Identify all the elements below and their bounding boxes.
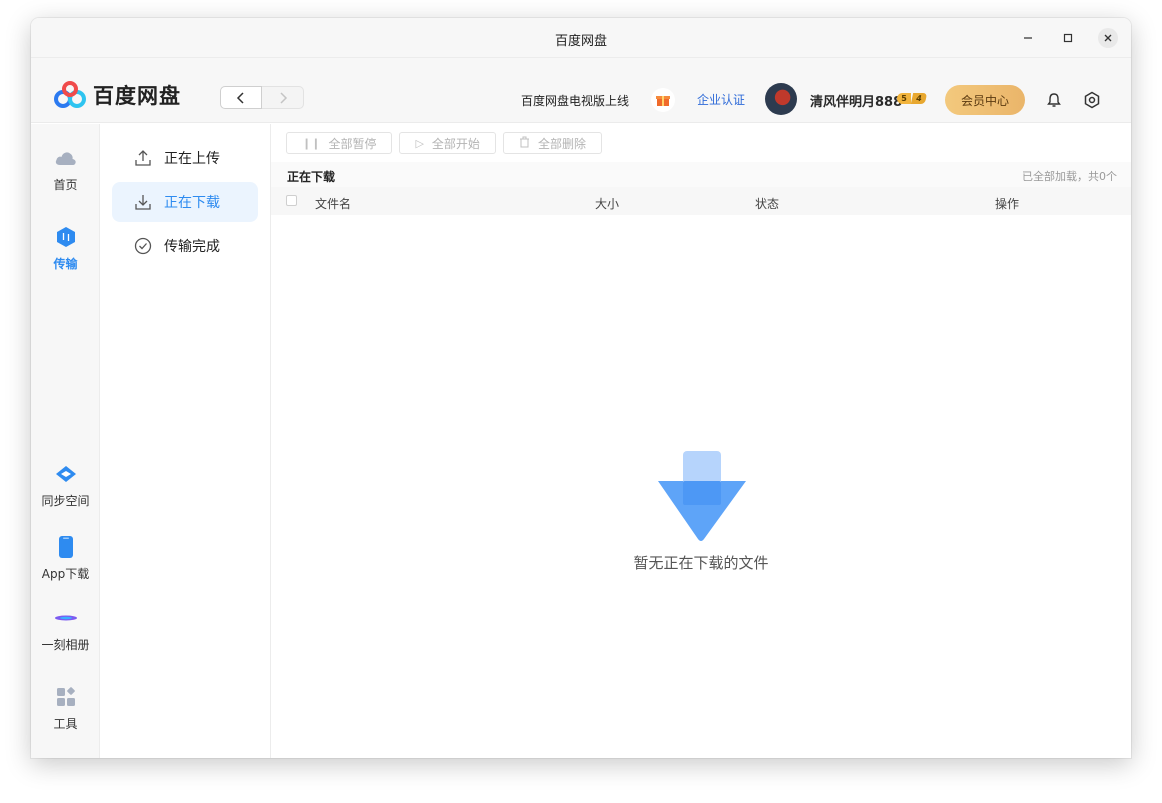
pause-all-button[interactable]: ❙❙ 全部暂停: [286, 132, 393, 154]
section-count: 已全部加载，共0个: [1022, 170, 1117, 183]
minimize-button[interactable]: [1018, 28, 1038, 48]
download-list-panel: ❙❙ 全部暂停 ▷ 全部开始 全部删除 正在下载 已全部加载，共0个 文件名 大…: [271, 124, 1131, 758]
phone-icon: [54, 535, 78, 559]
start-all-label: 全部开始: [431, 136, 480, 151]
app-header: 百度网盘 百度网盘电视版上线 企业认证 清风伴明月888 5 4 会员中心: [31, 58, 1131, 123]
vip-center-button[interactable]: 会员中心: [945, 85, 1025, 115]
delete-all-label: 全部删除: [537, 136, 586, 151]
left-nav: 首页 传输 同步空间 App下载 一刻相册 工具: [31, 124, 100, 758]
column-status[interactable]: 状态: [755, 195, 779, 212]
forward-button[interactable]: [262, 86, 304, 109]
nav-app-download-label: App下载: [41, 567, 90, 581]
gift-icon: [656, 96, 670, 106]
notification-button[interactable]: [1045, 91, 1063, 109]
window-title: 百度网盘: [554, 34, 607, 49]
subnav-downloading-label: 正在下载: [164, 195, 220, 211]
subnav-completed[interactable]: 传输完成: [112, 226, 258, 266]
nav-sync[interactable]: 同步空间: [31, 462, 100, 509]
history-nav: [220, 86, 304, 109]
settings-button[interactable]: [1083, 91, 1101, 109]
avatar[interactable]: [765, 83, 797, 115]
nav-home-label: 首页: [53, 178, 78, 192]
chevron-left-icon: [236, 91, 244, 104]
start-all-button[interactable]: ▷ 全部开始: [399, 132, 496, 154]
maximize-icon: [1063, 33, 1073, 43]
title-bar: 百度网盘: [31, 18, 1131, 58]
delete-all-button[interactable]: 全部删除: [502, 132, 602, 154]
download-icon: [134, 193, 152, 211]
subnav-completed-label: 传输完成: [164, 239, 220, 255]
column-filename[interactable]: 文件名: [315, 195, 351, 212]
transfer-icon: [54, 225, 78, 249]
section-header: 正在下载 已全部加载，共0个: [271, 162, 1131, 187]
bell-icon: [1047, 93, 1061, 107]
app-logo[interactable]: 百度网盘: [53, 80, 181, 110]
table-header: 文件名 大小 状态 操作: [271, 187, 1131, 215]
section-title: 正在下载: [287, 170, 336, 184]
back-button[interactable]: [220, 86, 262, 109]
baidu-netdisk-logo-icon: [54, 81, 86, 108]
nav-album[interactable]: 一刻相册: [31, 606, 100, 653]
enterprise-verify-link[interactable]: 企业认证: [697, 91, 745, 108]
pause-all-label: 全部暂停: [328, 136, 377, 151]
level-badge-value: 5: [897, 93, 911, 104]
nav-transfer[interactable]: 传输: [31, 225, 100, 272]
chevron-right-icon: [279, 91, 287, 104]
nav-tools-label: 工具: [53, 717, 78, 731]
gear-icon: [1084, 91, 1100, 109]
level-badge: 5 4: [897, 93, 928, 104]
check-circle-icon: [134, 237, 152, 255]
level-badge-value: 4: [910, 93, 928, 104]
trash-icon: [519, 136, 530, 151]
nav-home[interactable]: 首页: [31, 146, 100, 193]
username[interactable]: 清风伴明月888: [810, 91, 902, 110]
column-size[interactable]: 大小: [595, 195, 619, 212]
empty-message: 暂无正在下载的文件: [633, 554, 769, 572]
column-actions: 操作: [995, 197, 1020, 211]
nav-sync-label: 同步空间: [41, 494, 90, 508]
close-icon: [1104, 34, 1112, 42]
nav-album-label: 一刻相册: [41, 638, 90, 652]
nav-tools[interactable]: 工具: [31, 685, 100, 732]
close-button[interactable]: [1098, 28, 1118, 48]
play-icon: ▷: [415, 136, 424, 150]
tv-version-link[interactable]: 百度网盘电视版上线: [521, 92, 629, 109]
download-arrow-icon: [658, 451, 746, 541]
cloud-icon: [54, 146, 78, 170]
subnav-uploading[interactable]: 正在上传: [112, 138, 258, 178]
sync-space-icon: [54, 462, 78, 486]
nav-app-download[interactable]: App下载: [31, 535, 100, 582]
album-icon: [54, 606, 78, 630]
upload-icon: [134, 149, 152, 167]
transfer-subnav: 正在上传 正在下载 传输完成: [100, 124, 271, 758]
gift-button[interactable]: [651, 88, 675, 112]
minimize-icon: [1024, 37, 1032, 39]
subnav-downloading[interactable]: 正在下载: [112, 182, 258, 222]
tools-grid-icon: [54, 685, 78, 709]
transfer-toolbar: ❙❙ 全部暂停 ▷ 全部开始 全部删除: [286, 132, 609, 154]
select-all-checkbox[interactable]: [286, 195, 297, 206]
subnav-uploading-label: 正在上传: [164, 151, 220, 167]
nav-transfer-label: 传输: [53, 257, 78, 271]
app-name: 百度网盘: [93, 84, 181, 108]
pause-icon: ❙❙: [302, 136, 321, 150]
app-window: 百度网盘 百度网盘 百度网盘电视版上线 企业认证 清风伴明月888 5 4 会员…: [31, 18, 1131, 758]
maximize-button[interactable]: [1058, 28, 1078, 48]
